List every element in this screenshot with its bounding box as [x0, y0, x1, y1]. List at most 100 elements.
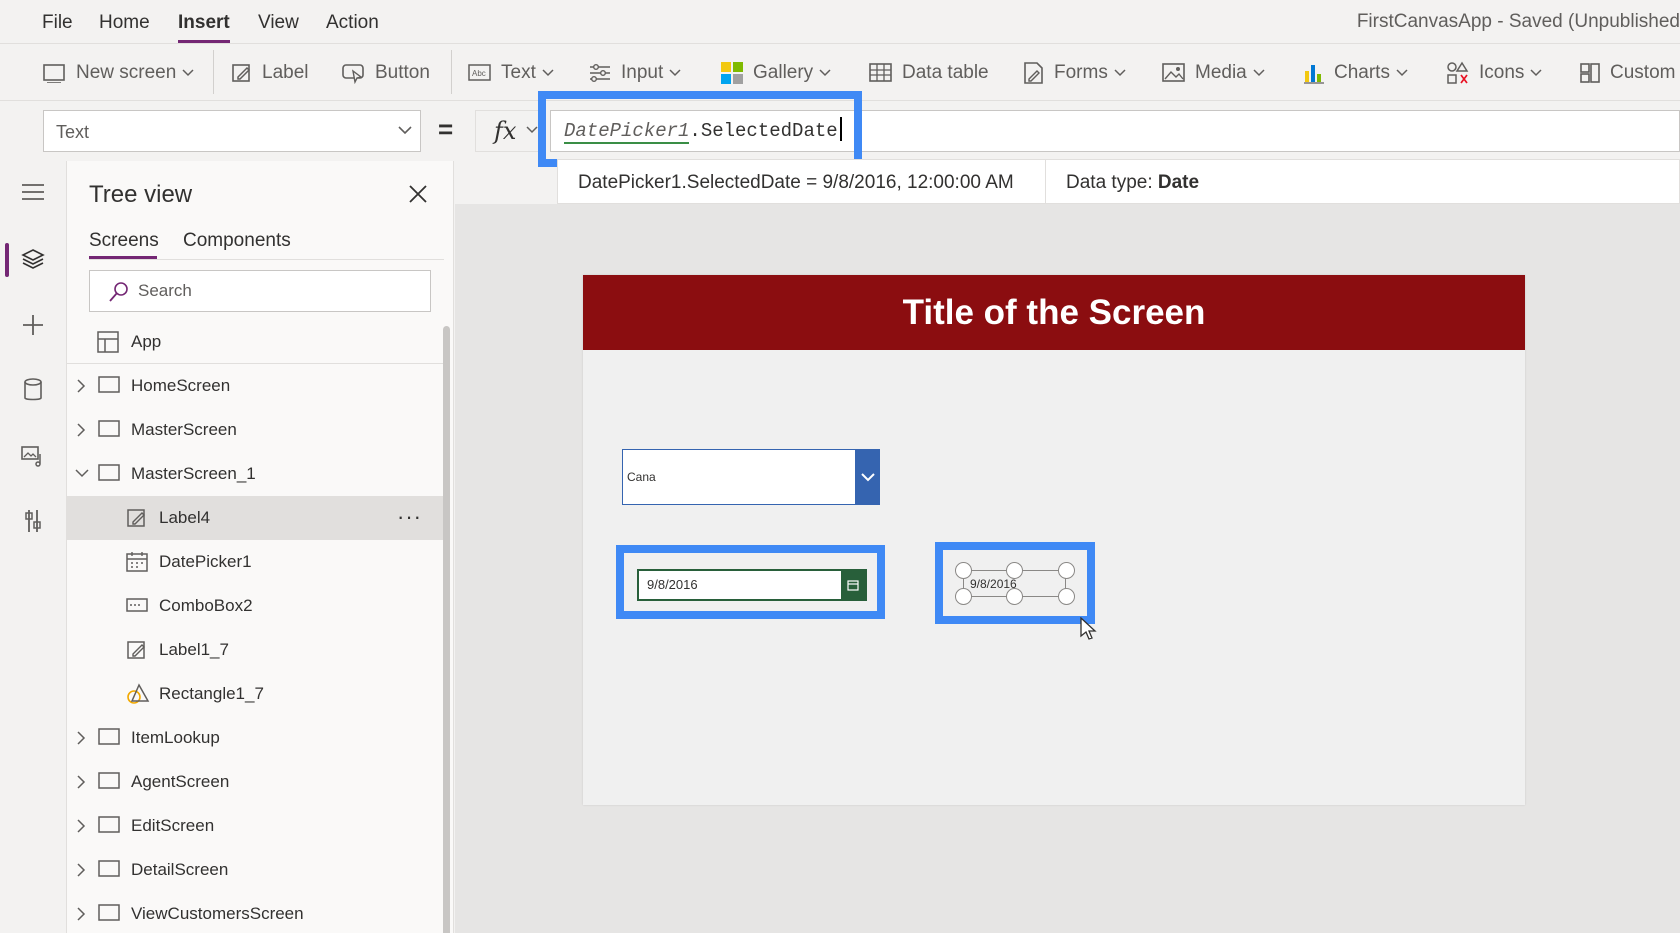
screen-icon: [98, 772, 120, 789]
chevron-down-icon: [542, 69, 554, 77]
search-input[interactable]: [138, 280, 418, 302]
tree-view-button[interactable]: [14, 240, 52, 278]
advanced-tools-button[interactable]: [14, 502, 52, 540]
calendar-icon: [847, 580, 859, 591]
forms-button[interactable]: Forms: [1023, 58, 1126, 88]
active-rail-indicator: [5, 243, 9, 277]
forms-label: Forms: [1054, 62, 1108, 83]
tree-view-title: Tree view: [89, 181, 193, 208]
gallery-button[interactable]: Gallery: [720, 58, 831, 88]
input-button[interactable]: Input: [588, 58, 681, 88]
resize-handle[interactable]: [955, 588, 972, 605]
data-button[interactable]: [14, 371, 52, 409]
tree-item-label: App: [131, 332, 162, 351]
resize-handle[interactable]: [955, 562, 972, 579]
tab-components[interactable]: Components: [183, 230, 291, 252]
tree-item-masterscreen[interactable]: MasterScreen: [67, 408, 444, 452]
datepicker-control[interactable]: 9/8/2016: [637, 569, 867, 601]
media-pane-button[interactable]: [14, 437, 52, 475]
tree-item-label: AgentScreen: [131, 772, 230, 791]
resize-handle[interactable]: [1006, 588, 1023, 605]
charts-button[interactable]: Charts: [1303, 58, 1408, 88]
screen-icon: [98, 816, 120, 833]
combobox-dropdown-button[interactable]: [855, 449, 880, 505]
hamburger-menu-button[interactable]: [14, 173, 52, 211]
tree-item-label4[interactable]: Label4 ···: [67, 496, 444, 540]
chevron-right-icon: [77, 423, 86, 437]
tree-item-app[interactable]: App: [67, 320, 444, 364]
tree-item-agentscreen[interactable]: AgentScreen: [67, 760, 444, 804]
more-options-button[interactable]: ···: [397, 504, 422, 530]
app-screen[interactable]: Title of the Screen Cana 9/8/2016 9/8/20…: [583, 275, 1525, 805]
resize-handle[interactable]: [1058, 588, 1075, 605]
icons-label: Icons: [1479, 62, 1525, 83]
close-icon: [409, 185, 427, 203]
media-button[interactable]: Media: [1162, 58, 1265, 88]
custom-button[interactable]: Custom: [1579, 58, 1675, 88]
tree-item-editscreen[interactable]: EditScreen: [67, 804, 444, 848]
chevron-down-icon: [398, 126, 412, 135]
tree-scrollbar[interactable]: [443, 326, 450, 933]
tab-screens[interactable]: Screens: [89, 230, 159, 252]
new-screen-button[interactable]: New screen: [43, 58, 194, 88]
chevron-right-icon: [77, 731, 86, 745]
fx-button[interactable]: fx: [475, 110, 545, 152]
resize-handle[interactable]: [1058, 562, 1075, 579]
tree-item-rectangle1-7[interactable]: Rectangle1_7: [67, 672, 444, 716]
menu-view[interactable]: View: [258, 12, 299, 34]
formula-text[interactable]: DatePicker1.SelectedDate: [564, 117, 842, 144]
insert-button[interactable]: [14, 306, 52, 344]
tree-item-itemlookup[interactable]: ItemLookup: [67, 716, 444, 760]
new-screen-icon: [43, 64, 65, 83]
tree-item-label1-7[interactable]: Label1_7: [67, 628, 444, 672]
label-button[interactable]: Label: [231, 58, 309, 88]
datepicker-value: 9/8/2016: [647, 577, 698, 592]
formula-member: .SelectedDate: [689, 120, 838, 142]
chevron-down-icon: [819, 69, 831, 77]
chevron-down-icon: [75, 469, 89, 478]
svg-text:Abc: Abc: [472, 69, 486, 78]
property-selector[interactable]: Text: [43, 110, 421, 152]
combobox-value: Cana: [627, 470, 656, 484]
property-value: Text: [56, 122, 90, 142]
tree-item-combobox2[interactable]: ComboBox2: [67, 584, 444, 628]
combobox-icon: [126, 598, 148, 612]
combobox-control[interactable]: Cana: [622, 449, 880, 505]
tree-item-detailscreen[interactable]: DetailScreen: [67, 848, 444, 892]
icons-button[interactable]: Icons: [1446, 58, 1542, 88]
menu-insert[interactable]: Insert: [178, 12, 230, 34]
menu-action[interactable]: Action: [326, 12, 379, 34]
tree-item-viewcustomersscreen[interactable]: ViewCustomersScreen: [67, 892, 444, 933]
screen-icon: [98, 464, 120, 481]
screen-icon: [98, 904, 120, 921]
data-type-value: Date: [1157, 172, 1200, 193]
chevron-down-icon: [1530, 69, 1542, 77]
tree-item-datepicker1[interactable]: DatePicker1: [67, 540, 444, 584]
tree-item-label: ViewCustomersScreen: [131, 904, 304, 923]
fx-icon: fx: [494, 117, 517, 145]
menu-file[interactable]: File: [42, 12, 73, 34]
chevron-down-icon: [182, 69, 194, 77]
tree-item-label: Label4: [159, 508, 211, 527]
tree-list: App HomeScreen MasterScreen MasterScreen…: [67, 320, 444, 933]
media-icon: [1162, 63, 1185, 82]
screen-title-bar[interactable]: Title of the Screen: [583, 275, 1525, 350]
search-icon: [109, 282, 128, 302]
tree-item-masterscreen-1[interactable]: MasterScreen_1: [67, 452, 444, 496]
data-type-info: Data type: Date: [1066, 172, 1199, 194]
data-table-button[interactable]: Data table: [869, 58, 989, 88]
close-tree-view-button[interactable]: [405, 181, 431, 207]
data-table-label: Data table: [902, 62, 989, 83]
menu-home[interactable]: Home: [99, 12, 150, 34]
text-button[interactable]: Abc Text: [468, 58, 554, 88]
resize-handle[interactable]: [1006, 562, 1023, 579]
shapes-icon: [127, 683, 150, 704]
datepicker-calendar-button[interactable]: [841, 571, 865, 599]
tools-icon: [25, 510, 41, 532]
chevron-right-icon: [77, 775, 86, 789]
label-control-icon: [127, 641, 145, 659]
tree-item-homescreen[interactable]: HomeScreen: [67, 364, 444, 408]
button-button[interactable]: Button: [342, 58, 430, 88]
button-button-text: Button: [375, 62, 430, 83]
chevron-right-icon: [77, 907, 86, 921]
